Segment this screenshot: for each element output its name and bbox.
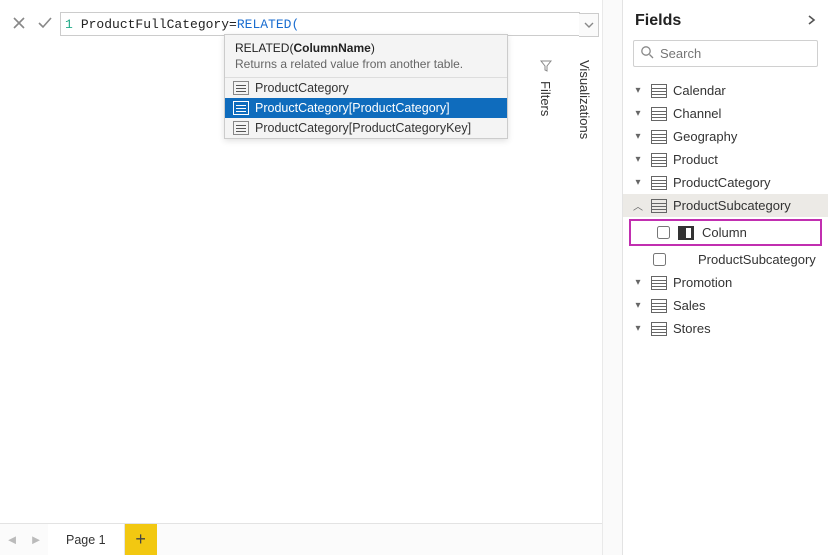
table-icon [233, 101, 249, 115]
add-page-button[interactable]: + [125, 524, 157, 555]
table-label: Sales [673, 298, 706, 313]
field-checkbox[interactable] [657, 226, 670, 239]
intellisense-signature: RELATED(ColumnName) [225, 35, 507, 57]
formula-text-var: ProductFullCategory= [81, 17, 237, 32]
collapse-panel-icon[interactable] [806, 13, 816, 29]
table-label: ProductCategory [673, 175, 771, 190]
panel-title: Fields [635, 12, 681, 30]
table-node-geography[interactable]: ▾ Geography [623, 125, 828, 148]
field-item-column[interactable]: Column [631, 221, 820, 244]
chevron-down-icon: ▾ [631, 323, 645, 334]
panel-divider[interactable] [602, 0, 622, 555]
fields-panel-header: Fields [623, 0, 828, 40]
line-number: 1 [65, 17, 73, 32]
report-canvas: 1 ProductFullCategory=RELATED( RELATED(C… [0, 0, 602, 555]
table-icon [233, 81, 249, 95]
formula-input[interactable]: 1 ProductFullCategory=RELATED( [60, 12, 580, 36]
table-node-product[interactable]: ▾ Product [623, 148, 828, 171]
table-icon [651, 276, 667, 290]
table-node-promotion[interactable]: ▾ Promotion [623, 271, 828, 294]
search-input[interactable] [660, 46, 828, 61]
visualizations-pane-tab[interactable]: Visualizations [577, 60, 592, 139]
cancel-formula-button[interactable] [8, 12, 30, 34]
table-label: Stores [673, 321, 711, 336]
intellisense-popup: RELATED(ColumnName) Returns a related va… [224, 34, 508, 139]
chevron-down-icon: ▾ [631, 108, 645, 119]
table-node-sales[interactable]: ▾ Sales [623, 294, 828, 317]
autocomplete-label: ProductCategory[ProductCategoryKey] [255, 121, 471, 135]
field-search[interactable] [633, 40, 818, 67]
page-tab-strip: ◄ ► Page 1 + [0, 523, 602, 555]
table-icon [651, 176, 667, 190]
table-icon [651, 299, 667, 313]
field-item-productsubcategory[interactable]: ProductSubcategory [623, 248, 828, 271]
autocomplete-item-selected[interactable]: ProductCategory[ProductCategory] [225, 98, 507, 118]
fields-panel: Fields ▾ Calendar ▾ Channel ▾ Geography … [622, 0, 828, 555]
highlighted-field: Column [629, 219, 822, 246]
page-nav-prev[interactable]: ◄ [0, 524, 24, 555]
autocomplete-item[interactable]: ProductCategory[ProductCategoryKey] [225, 118, 507, 138]
chevron-down-icon: ▾ [631, 85, 645, 96]
autocomplete-list: ProductCategory ProductCategory[ProductC… [225, 77, 507, 138]
table-label: Promotion [673, 275, 732, 290]
table-icon [651, 153, 667, 167]
page-tab[interactable]: Page 1 [48, 524, 125, 555]
table-icon [651, 107, 667, 121]
autocomplete-label: ProductCategory [255, 81, 349, 95]
table-icon [651, 199, 667, 213]
chevron-down-icon: ▾ [631, 131, 645, 142]
chevron-down-icon: ▾ [631, 300, 645, 311]
field-checkbox[interactable] [653, 253, 666, 266]
formula-expand-button[interactable] [579, 13, 599, 37]
table-node-productsubcategory[interactable]: ︿ ProductSubcategory [623, 194, 828, 217]
table-icon [651, 84, 667, 98]
collapsed-panes: Filters Visualizations [538, 60, 592, 139]
autocomplete-label: ProductCategory[ProductCategory] [255, 101, 450, 115]
commit-formula-button[interactable] [34, 12, 56, 34]
table-icon [233, 121, 249, 135]
funnel-icon [540, 60, 552, 75]
table-icon [651, 322, 667, 336]
chevron-down-icon: ▾ [631, 177, 645, 188]
formula-bar-row: 1 ProductFullCategory=RELATED( [0, 0, 602, 36]
table-node-channel[interactable]: ▾ Channel [623, 102, 828, 125]
chevron-down-icon: ▾ [631, 277, 645, 288]
table-node-stores[interactable]: ▾ Stores [623, 317, 828, 340]
table-label: Product [673, 152, 718, 167]
autocomplete-item[interactable]: ProductCategory [225, 78, 507, 98]
field-label: Column [702, 225, 747, 240]
formula-text-fn: RELATED( [237, 17, 299, 32]
intellisense-description: Returns a related value from another tab… [225, 57, 507, 77]
table-label: Geography [673, 129, 737, 144]
field-label: ProductSubcategory [698, 252, 816, 267]
table-label: Calendar [673, 83, 726, 98]
table-label: Channel [673, 106, 721, 121]
search-icon [640, 45, 654, 62]
filters-pane-tab[interactable]: Filters [538, 60, 553, 139]
calculated-column-icon [678, 226, 694, 240]
chevron-up-icon: ︿ [631, 198, 645, 213]
fields-tree: ▾ Calendar ▾ Channel ▾ Geography ▾ Produ… [623, 77, 828, 555]
table-icon [651, 130, 667, 144]
table-label: ProductSubcategory [673, 198, 791, 213]
table-node-calendar[interactable]: ▾ Calendar [623, 79, 828, 102]
chevron-down-icon: ▾ [631, 154, 645, 165]
table-node-productcategory[interactable]: ▾ ProductCategory [623, 171, 828, 194]
page-nav-next[interactable]: ► [24, 524, 48, 555]
